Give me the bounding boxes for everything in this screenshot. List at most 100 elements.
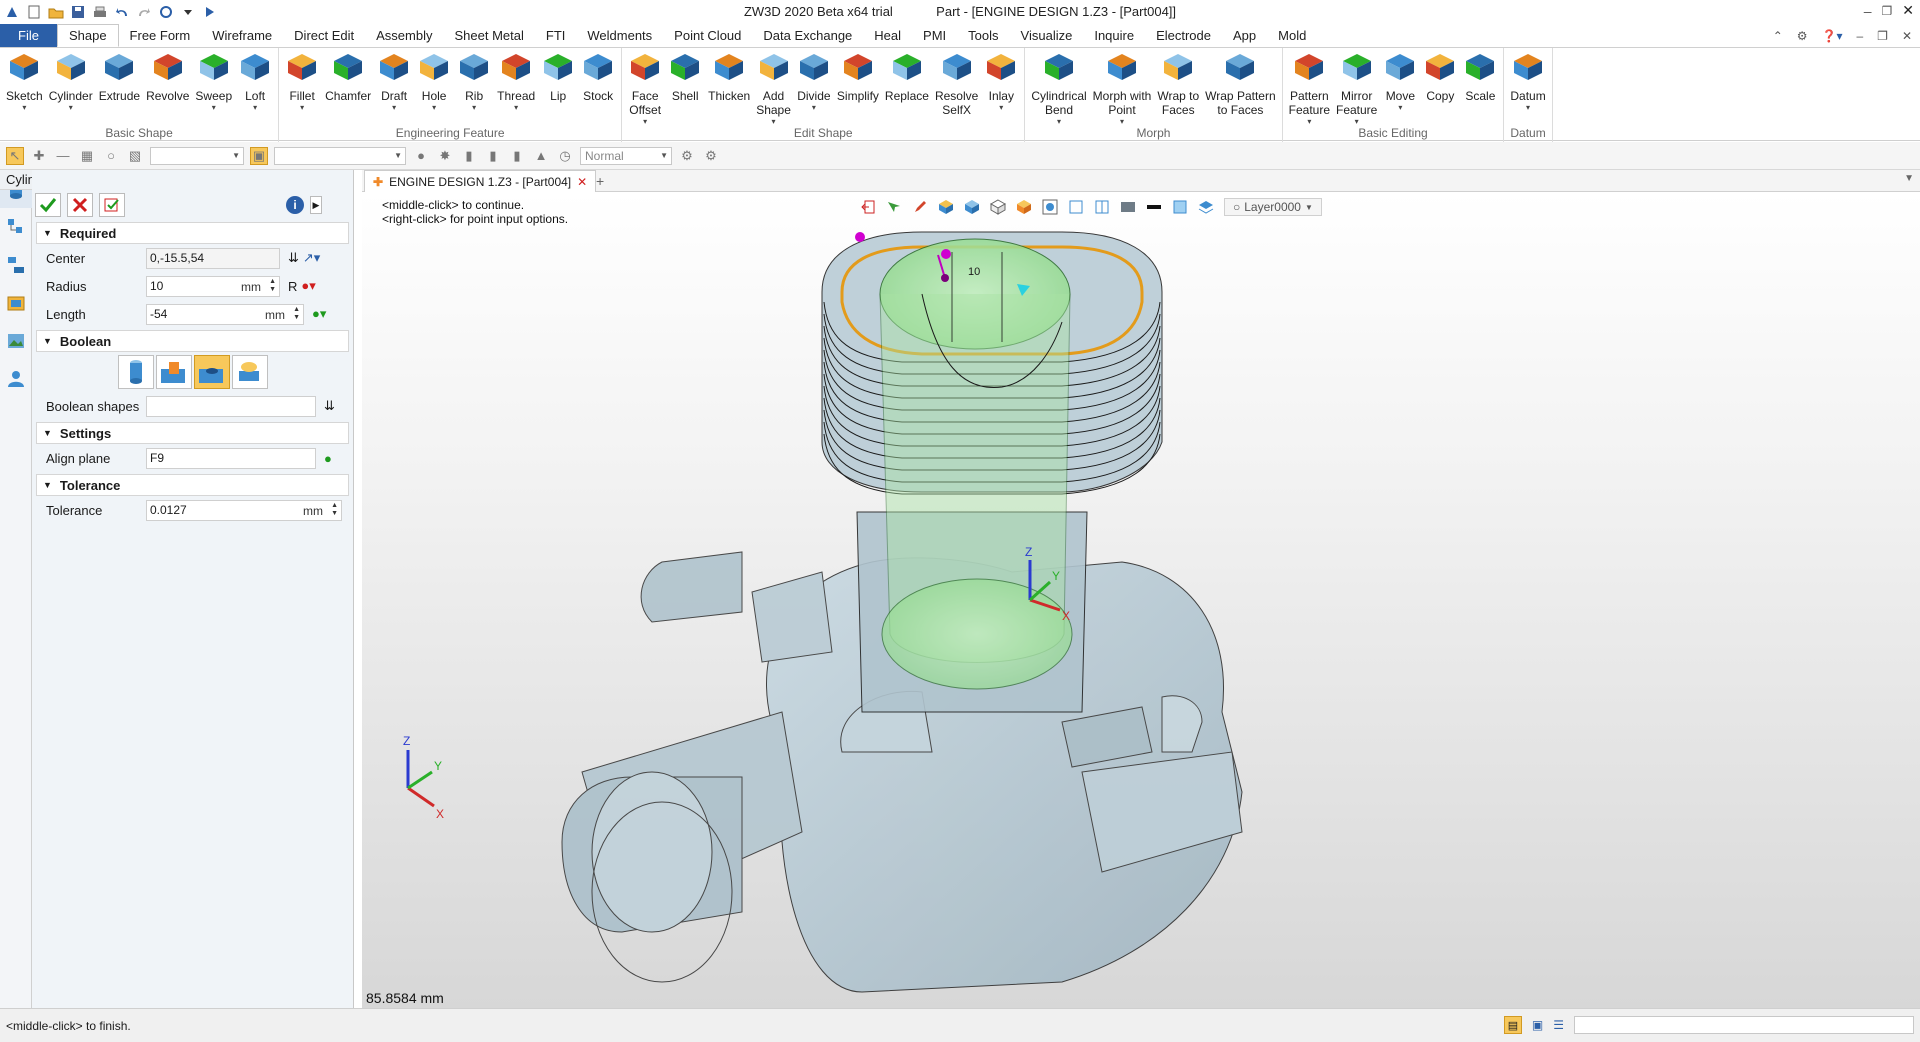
tab-free-form[interactable]: Free Form [119,24,202,47]
lip-button[interactable]: Lip [538,48,578,103]
part-library-icon[interactable] [0,284,32,322]
dropdown-caret-icon[interactable]: ▾ [1526,103,1530,112]
tab-data-exchange[interactable]: Data Exchange [752,24,863,47]
assembly-tree-icon[interactable] [0,246,32,284]
list-icon[interactable]: ☰ [1553,1018,1564,1032]
measure-icon[interactable]: ●▾ [301,278,315,294]
dropdown-caret-icon[interactable]: ▾ [772,117,776,126]
loft-button[interactable]: Loft ▾ [235,48,275,112]
chamfer-button[interactable]: Chamfer [322,48,374,103]
tab-shape[interactable]: Shape [56,24,119,47]
doc-minimize-icon[interactable]: – [1856,29,1863,43]
filter-combo[interactable]: ▼ [150,146,244,165]
dropdown-caret-icon[interactable]: ▾ [472,103,476,112]
align-right-icon[interactable]: ▮ [508,147,526,165]
dropdown-caret-icon[interactable]: ▾ [1120,117,1124,126]
command-input[interactable] [1574,1016,1914,1034]
filter-active-icon[interactable]: ▣ [250,146,268,165]
pick-circle-icon[interactable]: ○ [102,147,120,165]
layout-icon[interactable]: ▤ [1503,1016,1522,1034]
app-logo-icon[interactable] [4,4,20,20]
apply-button[interactable] [99,193,125,217]
face-offset-button[interactable]: Face Offset ▾ [625,48,665,126]
regenerate-icon[interactable] [158,4,174,20]
radius-mode-button[interactable]: R [288,279,297,294]
cylindrical-bend-button[interactable]: Cylindrical Bend ▾ [1028,48,1089,126]
tab-fti[interactable]: FTI [535,24,577,47]
dropdown-caret-icon[interactable]: ▾ [999,103,1003,112]
boolean-header[interactable]: ▼ Boolean [36,330,349,352]
dropdown-caret-icon[interactable]: ▾ [812,103,816,112]
simplify-button[interactable]: Simplify [834,48,882,103]
open-folder-icon[interactable] [48,4,64,20]
tab-tools[interactable]: Tools [957,24,1009,47]
expand-options-icon[interactable]: ⇊ [324,398,335,414]
wrap-to-faces-button[interactable]: Wrap to Faces [1154,48,1202,117]
required-header[interactable]: ▼ Required [36,222,349,244]
document-tab[interactable]: ✚ ENGINE DESIGN 1.Z3 - [Part004] ✕ [364,170,597,192]
shell-button[interactable]: Shell [665,48,705,103]
render-tool-icon[interactable]: ⚙ [678,147,696,165]
doc-restore-icon[interactable]: ❐ [1877,29,1888,43]
minimize-button[interactable]: – [1864,3,1872,19]
revolve-button[interactable]: Revolve [143,48,192,103]
radius-input[interactable]: 10 mm ▲ ▼ [146,275,280,297]
redo-icon[interactable] [136,4,152,20]
length-measure-icon[interactable]: ●▾ [312,306,326,322]
entity-combo[interactable]: ▼ [274,146,406,165]
datum-button[interactable]: Datum ▾ [1507,48,1548,112]
tab-sheet-metal[interactable]: Sheet Metal [444,24,535,47]
tab-weldments[interactable]: Weldments [576,24,663,47]
dropdown-caret-icon[interactable]: ▾ [1398,103,1402,112]
snap-icon[interactable]: ✸ [436,147,454,165]
cylinder-button[interactable]: Cylinder ▾ [46,48,96,112]
align-tool-icon[interactable]: ▲ [532,147,550,165]
tolerance-input[interactable]: 0.0127 mm ▲ ▼ [146,499,342,521]
thicken-button[interactable]: Thicken [705,48,753,103]
dropdown-caret-icon[interactable]: ▾ [1057,117,1061,126]
tolerance-header[interactable]: ▼ Tolerance [36,474,349,496]
hole-button[interactable]: Hole ▾ [414,48,454,112]
align-plane-input[interactable]: F9 [146,447,316,469]
align-center-icon[interactable]: ▮ [484,147,502,165]
tab-heal[interactable]: Heal [863,24,912,47]
settings-header[interactable]: ▼ Settings [36,422,349,444]
inlay-button[interactable]: Inlay ▾ [981,48,1021,112]
render-mode-combo[interactable]: Normal ▼ [580,146,672,165]
pick-tool-icon[interactable]: ▧ [126,147,144,165]
history-tree-icon[interactable] [0,208,32,246]
cancel-button[interactable] [67,193,93,217]
engine-model[interactable]: 10 Z X Y Z X Y [362,192,1920,1008]
user-icon[interactable] [0,360,32,398]
pick-plus-icon[interactable]: ✚ [30,147,48,165]
sketch-button[interactable]: Sketch ▾ [3,48,46,112]
mirror-feature-button[interactable]: Mirror Feature ▾ [1333,48,1380,126]
tab-app[interactable]: App [1222,24,1267,47]
timer-icon[interactable]: ◷ [556,147,574,165]
boolean-base-icon[interactable] [117,355,154,389]
move-button[interactable]: Move ▾ [1380,48,1420,112]
resolve-selfx-button[interactable]: Resolve SelfX [932,48,981,117]
screen-icon[interactable]: ▣ [1532,1018,1543,1032]
dropdown-caret-icon[interactable]: ▾ [69,103,73,112]
sweep-button[interactable]: Sweep ▾ [192,48,235,112]
morph-with-point-button[interactable]: Morph with Point ▾ [1090,48,1155,126]
undo-icon[interactable] [114,4,130,20]
boolean-remove-icon[interactable] [193,355,230,389]
tab-electrode[interactable]: Electrode [1145,24,1222,47]
save-icon[interactable] [70,4,86,20]
customize-dropdown-icon[interactable] [180,4,196,20]
dropdown-caret-icon[interactable]: ▾ [212,103,216,112]
rib-button[interactable]: Rib ▾ [454,48,494,112]
extrude-button[interactable]: Extrude [96,48,143,103]
close-tab-icon[interactable]: ✕ [577,175,587,189]
wrap-pattern-to-faces-button[interactable]: Wrap Pattern to Faces [1202,48,1278,117]
new-file-icon[interactable] [26,4,42,20]
tab-assembly[interactable]: Assembly [365,24,443,47]
tab-inquire[interactable]: Inquire [1083,24,1145,47]
tab-direct-edit[interactable]: Direct Edit [283,24,365,47]
stop-icon[interactable]: ● [412,147,430,165]
tab-wireframe[interactable]: Wireframe [201,24,283,47]
dropdown-caret-icon[interactable]: ▾ [1307,117,1311,126]
panel-expand-icon[interactable]: ▶ [310,196,322,214]
